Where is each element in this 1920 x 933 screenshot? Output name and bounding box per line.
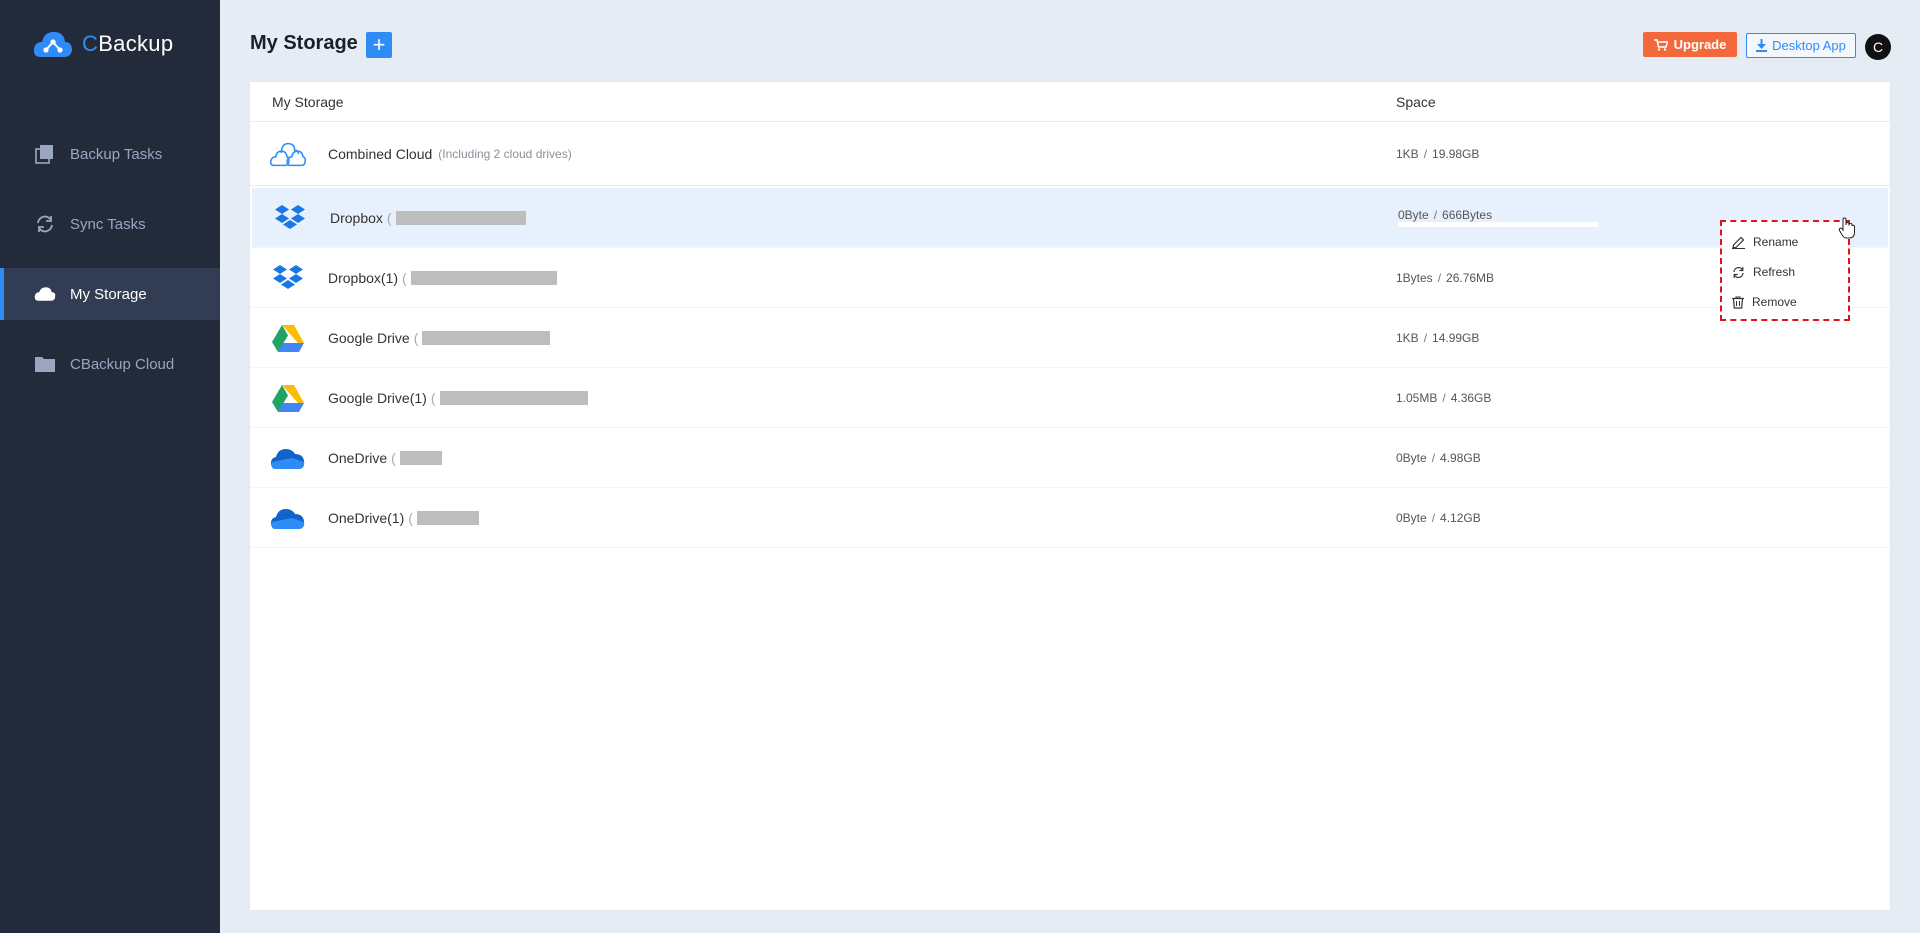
dropbox-icon bbox=[270, 263, 306, 293]
table-row[interactable]: Google Drive(1) ( 1.05MB/4.36GB bbox=[250, 368, 1890, 428]
remove-menu-item[interactable]: Remove bbox=[1722, 287, 1848, 317]
sidebar-item-backup-tasks[interactable]: Backup Tasks bbox=[0, 128, 220, 180]
storage-context-menu: Rename Refresh Remove bbox=[1720, 220, 1850, 321]
cloud-icon bbox=[34, 283, 56, 305]
redacted-account bbox=[416, 510, 479, 525]
space-usage: 0Byte/4.12GB bbox=[1396, 510, 1481, 525]
sidebar-item-sync-tasks[interactable]: Sync Tasks bbox=[0, 198, 220, 250]
page-title: My Storage bbox=[250, 32, 358, 54]
space-usage: 1KB/14.99GB bbox=[1396, 330, 1480, 345]
table-row[interactable]: Dropbox ( 0Byte/666Bytes bbox=[252, 188, 1888, 248]
sidebar: CBackup Backup Tasks Sync Tasks My Stora… bbox=[0, 0, 220, 933]
avatar[interactable]: C bbox=[1865, 34, 1891, 60]
space-usage: 0Byte/666Bytes bbox=[1398, 208, 1493, 222]
storage-panel: My Storage Space Combined Cloud (Includi… bbox=[250, 82, 1890, 910]
cart-icon bbox=[1653, 38, 1668, 51]
space-usage: 1KB/19.98GB bbox=[1396, 146, 1480, 161]
folder-icon bbox=[34, 353, 56, 375]
trash-icon bbox=[1732, 295, 1744, 309]
redacted-account bbox=[410, 270, 557, 285]
copy-icon bbox=[34, 143, 56, 165]
table-row[interactable]: OneDrive(1) ( 0Byte/4.12GB bbox=[250, 488, 1890, 548]
refresh-icon bbox=[1733, 266, 1744, 278]
table-header: My Storage Space bbox=[250, 82, 1890, 122]
storage-name: Google Drive ( bbox=[328, 330, 551, 346]
table-row[interactable]: Google Drive ( 1KB/14.99GB bbox=[250, 308, 1890, 368]
table-row[interactable]: OneDrive ( 0Byte/4.98GB bbox=[250, 428, 1890, 488]
dropbox-icon bbox=[272, 203, 308, 233]
redacted-account bbox=[422, 330, 551, 345]
sidebar-nav: Backup Tasks Sync Tasks My Storage CBack… bbox=[0, 128, 220, 408]
hand-cursor-icon bbox=[1838, 217, 1855, 239]
logo-text: CBackup bbox=[82, 31, 174, 56]
sync-icon bbox=[34, 213, 56, 235]
upgrade-label: Upgrade bbox=[1673, 37, 1727, 52]
sidebar-item-label: Backup Tasks bbox=[70, 145, 163, 163]
storage-name: OneDrive ( bbox=[328, 450, 442, 466]
google-drive-icon bbox=[270, 323, 306, 353]
space-usage: 1Bytes/26.76MB bbox=[1396, 270, 1495, 285]
redacted-account bbox=[399, 450, 442, 465]
storage-name: Google Drive(1) ( bbox=[328, 390, 588, 406]
logo[interactable]: CBackup bbox=[33, 27, 173, 61]
storage-name: Combined Cloud (Including 2 cloud drives… bbox=[328, 145, 572, 162]
storage-name: OneDrive(1) ( bbox=[328, 510, 479, 526]
sidebar-item-label: Sync Tasks bbox=[70, 215, 146, 233]
column-header-space: Space bbox=[1396, 94, 1436, 110]
redacted-account bbox=[439, 390, 588, 405]
storage-subtitle: (Including 2 cloud drives) bbox=[438, 146, 572, 161]
onedrive-icon bbox=[270, 503, 306, 533]
space-progress-bar bbox=[1398, 222, 1598, 227]
add-storage-button[interactable]: + bbox=[366, 32, 392, 58]
cbackup-logo-icon bbox=[33, 32, 72, 57]
desktop-app-button[interactable]: Desktop App bbox=[1746, 33, 1856, 58]
redacted-account bbox=[395, 210, 526, 225]
pencil-icon bbox=[1732, 236, 1745, 249]
sidebar-item-my-storage[interactable]: My Storage bbox=[0, 268, 220, 320]
refresh-menu-item[interactable]: Refresh bbox=[1722, 257, 1848, 287]
desktop-app-label: Desktop App bbox=[1772, 38, 1846, 53]
google-drive-icon bbox=[270, 383, 306, 413]
table-row[interactable]: Combined Cloud (Including 2 cloud drives… bbox=[250, 122, 1890, 186]
sidebar-item-label: CBackup Cloud bbox=[70, 355, 175, 373]
space-usage: 1.05MB/4.36GB bbox=[1396, 390, 1492, 405]
column-header-storage: My Storage bbox=[272, 94, 344, 110]
storage-name: Dropbox ( bbox=[330, 210, 526, 226]
combined-cloud-icon bbox=[270, 139, 306, 169]
sidebar-item-label: My Storage bbox=[70, 285, 147, 303]
sidebar-item-cbackup-cloud[interactable]: CBackup Cloud bbox=[0, 338, 220, 390]
onedrive-icon bbox=[270, 443, 306, 473]
download-icon bbox=[1756, 39, 1768, 52]
table-row[interactable]: Dropbox(1) ( 1Bytes/26.76MB bbox=[250, 248, 1890, 308]
upgrade-button[interactable]: Upgrade bbox=[1643, 32, 1737, 57]
space-usage: 0Byte/4.98GB bbox=[1396, 450, 1481, 465]
storage-name: Dropbox(1) ( bbox=[328, 270, 557, 286]
rename-menu-item[interactable]: Rename bbox=[1722, 227, 1848, 257]
